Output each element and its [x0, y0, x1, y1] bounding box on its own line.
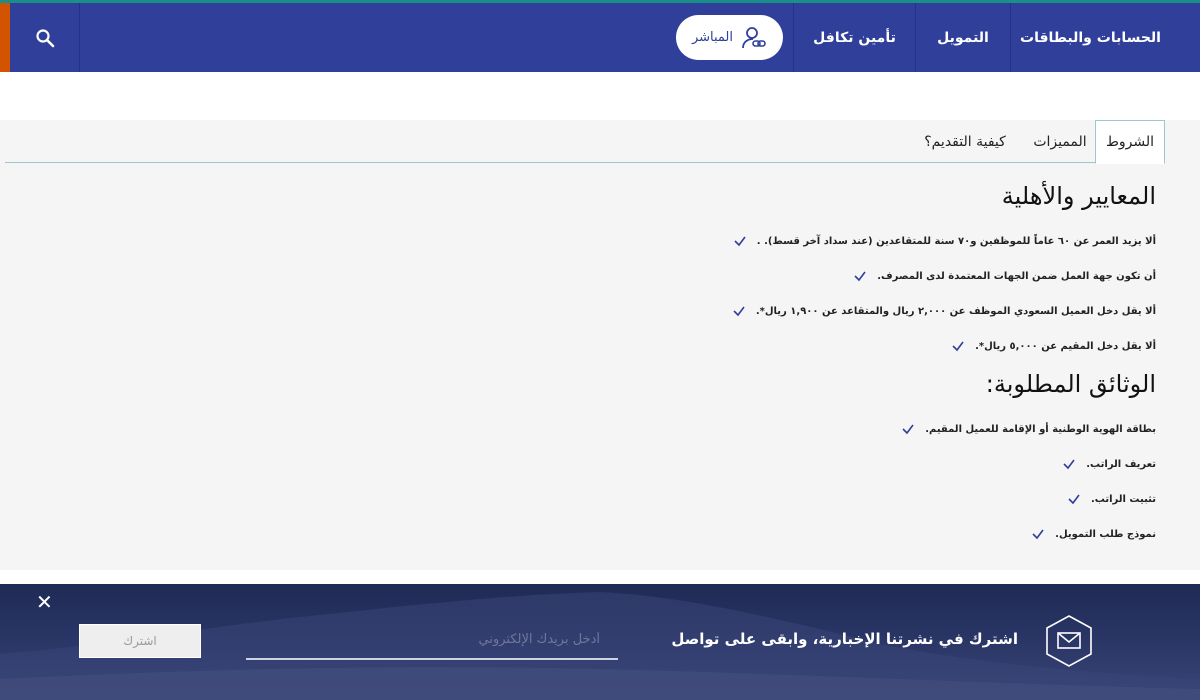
documents-title: الوثائق المطلوبة: [985, 370, 1156, 398]
nav-item-label: التمويل [937, 29, 989, 46]
search-button[interactable] [10, 3, 80, 72]
check-icon [734, 236, 746, 247]
close-newsletter-button[interactable]: ✕ [36, 592, 53, 612]
tab-how-to-apply[interactable]: كيفية التقديم؟ [905, 120, 1025, 163]
nav-item-accounts-cards[interactable]: الحسابات والبطاقات [1010, 3, 1170, 72]
newsletter-bar: ✕ اشترك اشترك في نشرتنا الإخبارية، وابقى… [0, 584, 1200, 700]
nav-item-label: الحسابات والبطاقات [1020, 29, 1161, 46]
list-item: ألا يقل دخل العميل السعودي الموظف عن ٢,٠… [732, 304, 1156, 318]
main-navbar: المباشر تأمين تكافل التمويل الحسابات وال… [0, 3, 1200, 72]
nav-item-takaful[interactable]: تأمين تكافل [793, 3, 915, 72]
check-icon [1068, 494, 1080, 505]
search-icon [35, 28, 54, 47]
check-icon [733, 306, 745, 317]
tab-features[interactable]: المميزات [1025, 120, 1095, 163]
list-item-text: ألا يقل دخل العميل السعودي الموظف عن ٢,٠… [755, 305, 1156, 317]
check-icon [1063, 459, 1075, 470]
criteria-title: المعايير والأهلية [1001, 182, 1156, 210]
product-details: الشروط المميزات كيفية التقديم؟ المعايير … [0, 120, 1200, 570]
list-item: نموذج طلب التمويل. [1031, 527, 1156, 541]
list-item-text: ألا يقل دخل المقيم عن ٥,٠٠٠ ريال*. [975, 340, 1156, 352]
nav-item-label: تأمين تكافل [813, 29, 896, 46]
check-icon [952, 341, 964, 352]
list-item: ألا يزيد العمر عن ٦٠ عاماً للموظفين و٧٠ … [733, 234, 1156, 248]
list-item-text: ألا يزيد العمر عن ٦٠ عاماً للموظفين و٧٠ … [756, 235, 1156, 247]
tabs-bar: الشروط المميزات كيفية التقديم؟ [5, 120, 1165, 164]
direct-banking-label: المباشر [691, 30, 734, 45]
list-item: ألا يقل دخل المقيم عن ٥,٠٠٠ ريال*. [951, 339, 1156, 353]
subscribe-button[interactable]: اشترك [79, 624, 201, 658]
list-item: تثبيت الراتب. [1067, 492, 1156, 506]
nav-item-finance[interactable]: التمويل [915, 3, 1010, 72]
direct-banking-button[interactable]: المباشر [676, 15, 783, 60]
email-input[interactable] [246, 620, 618, 660]
list-item: بطاقة الهوية الوطنية أو الإقامة للعميل ا… [901, 422, 1156, 436]
tab-conditions[interactable]: الشروط [1095, 120, 1165, 164]
list-item-text: تثبيت الراتب. [1090, 493, 1156, 505]
tab-label: الشروط [1105, 134, 1155, 150]
newsletter-text: اشترك في نشرتنا الإخبارية، وابقى على توا… [671, 630, 1018, 648]
tab-label: كيفية التقديم؟ [924, 133, 1006, 150]
nav-accent-strip [0, 3, 10, 72]
envelope-icon [1046, 615, 1092, 667]
user-link-icon [742, 26, 766, 48]
check-icon [854, 271, 866, 282]
list-item-text: نموذج طلب التمويل. [1055, 528, 1156, 540]
list-item-text: أن تكون جهة العمل ضمن الجهات المعتمدة لد… [877, 270, 1156, 282]
list-item-text: تعريف الراتب. [1086, 458, 1156, 470]
check-icon [902, 424, 914, 435]
list-item-text: بطاقة الهوية الوطنية أو الإقامة للعميل ا… [925, 423, 1156, 435]
list-item: أن تكون جهة العمل ضمن الجهات المعتمدة لد… [853, 269, 1156, 283]
list-item: تعريف الراتب. [1062, 457, 1156, 471]
tab-label: المميزات [1033, 133, 1087, 150]
check-icon [1032, 529, 1044, 540]
